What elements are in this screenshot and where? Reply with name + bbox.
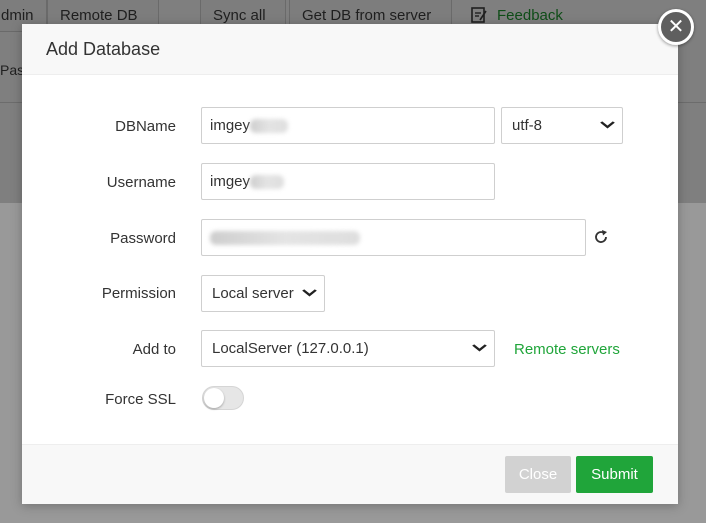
username-input[interactable]: imgey <box>201 163 495 200</box>
password-label: Password <box>110 230 176 247</box>
remote-servers-link[interactable]: Remote servers <box>514 341 620 358</box>
close-button[interactable]: Close <box>505 456 571 493</box>
toggle-knob <box>204 388 224 408</box>
chevron-down-icon <box>302 276 317 297</box>
redacted-text <box>210 231 360 246</box>
submit-button[interactable]: Submit <box>576 456 653 493</box>
chevron-down-icon <box>472 331 487 352</box>
password-input[interactable] <box>201 219 586 256</box>
add-database-dialog: Add Database DBName imgey utf-8 Username… <box>22 24 678 504</box>
charset-value: utf-8 <box>512 117 543 134</box>
force-ssl-label: Force SSL <box>105 391 176 408</box>
dbname-input[interactable]: imgey <box>201 107 495 144</box>
dialog-footer: Close Submit <box>22 444 678 504</box>
username-value: imgey <box>210 173 251 190</box>
background-column-text: Pas <box>0 62 25 78</box>
close-dialog-icon[interactable]: ✕ <box>658 9 694 45</box>
chevron-down-icon <box>600 108 615 129</box>
dialog-title: Add Database <box>46 39 161 59</box>
add-to-select[interactable]: LocalServer (127.0.0.1) <box>201 330 495 367</box>
dialog-header: Add Database <box>22 24 678 75</box>
add-to-label: Add to <box>132 341 176 358</box>
redacted-text <box>250 119 289 134</box>
add-to-value: LocalServer (127.0.0.1) <box>212 340 369 357</box>
charset-select[interactable]: utf-8 <box>501 107 623 144</box>
dbname-value: imgey <box>210 117 251 134</box>
force-ssl-toggle[interactable] <box>202 386 244 410</box>
dbname-label: DBName <box>115 118 176 135</box>
redacted-text <box>250 175 285 190</box>
refresh-icon[interactable] <box>593 229 609 245</box>
permission-value: Local server <box>212 285 294 302</box>
permission-select[interactable]: Local server <box>201 275 325 312</box>
username-label: Username <box>106 174 176 191</box>
permission-label: Permission <box>101 285 176 302</box>
